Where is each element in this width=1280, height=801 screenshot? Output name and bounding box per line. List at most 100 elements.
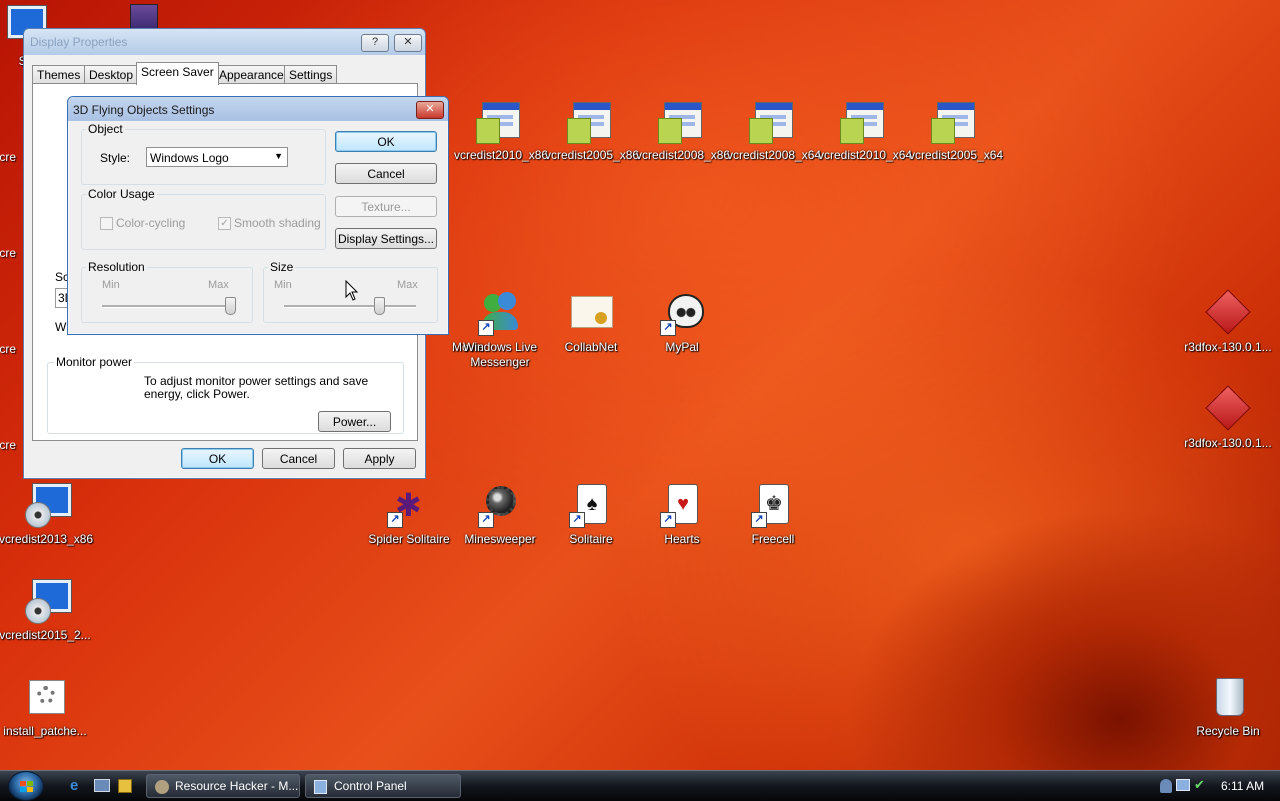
title-bar[interactable]: 3D Flying Objects Settings ✕ bbox=[68, 97, 448, 121]
desktop-icon-install-patches[interactable]: install_patche... bbox=[0, 674, 91, 739]
size-max-label: Max bbox=[397, 279, 418, 291]
color-usage-label: Color Usage bbox=[86, 187, 157, 201]
desktop-icon-minesweeper[interactable]: ↗ Minesweeper bbox=[454, 482, 546, 547]
desktop-icon-label: vcre bbox=[0, 342, 16, 356]
desktop-icon-vcredist2005-x86[interactable]: vcredist2005_x86 bbox=[545, 98, 640, 163]
close-button[interactable]: ✕ bbox=[394, 34, 422, 52]
desktop-icon-r3dfox-1[interactable]: r3dfox-130.0.1... bbox=[1182, 289, 1274, 355]
mouse-cursor-icon bbox=[345, 280, 359, 301]
style-dropdown[interactable]: Windows Logo ▼ bbox=[146, 147, 288, 167]
tab-themes[interactable]: Themes bbox=[32, 65, 86, 84]
texture-button[interactable]: Texture... bbox=[335, 196, 437, 217]
desktop-icon-label: Recycle Bin bbox=[1196, 724, 1260, 738]
chevron-down-icon: ▼ bbox=[274, 151, 283, 161]
desktop-icon-vcredist2008-x86[interactable]: vcredist2008_x86 bbox=[636, 98, 731, 163]
desktop-icon-collabnet[interactable]: CollabNet bbox=[545, 290, 637, 355]
desktop-icon-windows-live-messenger[interactable]: ↗ Windows Live Messenger bbox=[454, 290, 546, 370]
tab-screen-saver[interactable]: Screen Saver bbox=[136, 62, 219, 85]
volume-icon[interactable]: ✔ bbox=[1194, 777, 1205, 793]
desktop-icon-vcredist2010-x64[interactable]: vcredist2010_x64 bbox=[818, 98, 913, 163]
tab-strip: Themes Desktop Screen Saver Appearance S… bbox=[32, 62, 417, 85]
wait-label: W bbox=[55, 320, 67, 334]
recycle-bin-icon bbox=[1216, 678, 1244, 716]
style-value: Windows Logo bbox=[150, 151, 229, 165]
monitor-power-group: Monitor power To adjust monitor power se… bbox=[47, 355, 404, 434]
windows-logo-icon bbox=[20, 781, 26, 786]
desktop-icon-vcredist2013-x86[interactable]: vcredist2013_x86 bbox=[0, 482, 93, 547]
cancel-button[interactable]: Cancel bbox=[335, 163, 437, 184]
title-bar[interactable]: Display Properties ? ✕ bbox=[24, 29, 425, 55]
size-slider-thumb[interactable] bbox=[374, 297, 386, 315]
object-group-label: Object bbox=[86, 122, 125, 136]
tab-appearance[interactable]: Appearance bbox=[214, 65, 289, 84]
desktop-icon-label: vcre bbox=[0, 438, 16, 452]
smooth-shading-checkbox[interactable]: ✓ bbox=[218, 217, 231, 230]
resolution-slider-thumb[interactable] bbox=[225, 297, 236, 315]
ok-button[interactable]: OK bbox=[335, 131, 437, 152]
tab-desktop[interactable]: Desktop bbox=[84, 65, 139, 84]
apply-button[interactable]: Apply bbox=[343, 448, 416, 469]
resolution-label: Resolution bbox=[86, 260, 147, 274]
system-tray: ✔ 6:11 AM bbox=[1152, 771, 1280, 801]
resolution-min-label: Min bbox=[102, 279, 120, 291]
media-player-icon[interactable] bbox=[118, 779, 132, 793]
taskbar-button-resource-hacker[interactable]: Resource Hacker - M... bbox=[146, 774, 300, 798]
flying-objects-dialog: 3D Flying Objects Settings ✕ Object Styl… bbox=[67, 96, 449, 335]
desktop-icon-label: Windows Live Messenger bbox=[462, 340, 538, 369]
color-cycling-label: Color-cycling bbox=[116, 216, 186, 230]
monitor-power-text: To adjust monitor power settings and sav… bbox=[144, 374, 369, 401]
power-button[interactable]: Power... bbox=[318, 411, 391, 432]
r3dfox-icon bbox=[1205, 289, 1251, 335]
cancel-button[interactable]: Cancel bbox=[262, 448, 335, 469]
resolution-slider-track bbox=[102, 305, 230, 308]
resolution-group: Resolution Min Max bbox=[81, 260, 253, 323]
desktop-icon-label: vcredist2008_x86 bbox=[636, 148, 731, 162]
desktop-icon-vcredist2008-x64[interactable]: vcredist2008_x64 bbox=[727, 98, 821, 163]
desktop-icon-label: vcredist2010_x86 bbox=[454, 148, 549, 162]
resolution-max-label: Max bbox=[208, 279, 229, 291]
desktop-icon-hearts[interactable]: ♥ ↗ Hearts bbox=[636, 482, 728, 547]
start-button[interactable] bbox=[8, 771, 44, 801]
resource-hacker-icon bbox=[155, 780, 169, 794]
taskbar-button-label: Resource Hacker - M... bbox=[175, 779, 299, 793]
desktop-icon-r3dfox-2[interactable]: r3dfox-130.0.1... bbox=[1182, 385, 1274, 451]
color-cycling-checkbox[interactable] bbox=[100, 217, 113, 230]
taskbar-button-control-panel[interactable]: Control Panel bbox=[305, 774, 461, 798]
ok-button[interactable]: OK bbox=[181, 448, 254, 469]
help-button[interactable]: ? bbox=[361, 34, 389, 52]
network-icon[interactable] bbox=[1176, 779, 1190, 791]
show-desktop-icon[interactable] bbox=[94, 779, 110, 792]
desktop-icon-label: Solitaire bbox=[569, 532, 613, 546]
tab-settings[interactable]: Settings bbox=[284, 65, 338, 84]
desktop-icon-label: Spider Solitaire bbox=[368, 532, 450, 546]
taskbar: e Resource Hacker - M... Control Panel ✔… bbox=[0, 770, 1280, 801]
close-button[interactable]: ✕ bbox=[416, 101, 444, 119]
desktop-icon-label: Freecell bbox=[751, 532, 795, 546]
desktop-icon-solitaire[interactable]: ♠ ↗ Solitaire bbox=[545, 482, 637, 547]
size-min-label: Min bbox=[274, 279, 292, 291]
desktop-icon-spider-solitaire[interactable]: ✱ ↗ Spider Solitaire bbox=[363, 482, 455, 547]
desktop-icon-label: vcredist2010_x64 bbox=[818, 148, 913, 162]
desktop-icon-label: Hearts bbox=[664, 532, 700, 546]
desktop-icon-freecell[interactable]: ♚ ↗ Freecell bbox=[727, 482, 819, 547]
desktop-icon-vcredist2005-x64[interactable]: vcredist2005_x64 bbox=[909, 98, 1004, 163]
desktop-icon-label: vcredist2005_x64 bbox=[909, 148, 1004, 162]
desktop-icon-label: r3dfox-130.0.1... bbox=[1184, 340, 1272, 354]
monitor-power-label: Monitor power bbox=[54, 355, 135, 369]
users-icon[interactable] bbox=[1160, 779, 1172, 793]
desktop-icon-mypal[interactable]: ↗ MyPal bbox=[636, 290, 728, 355]
desktop-icon-vcredist2015[interactable]: vcredist2015_2... bbox=[0, 578, 91, 643]
clock[interactable]: 6:11 AM bbox=[1221, 779, 1264, 793]
internet-explorer-icon[interactable]: e bbox=[70, 778, 86, 794]
window-title: Display Properties bbox=[30, 35, 128, 49]
object-group: Object Style: Windows Logo ▼ bbox=[81, 122, 326, 185]
desktop-icon-recycle-bin[interactable]: Recycle Bin bbox=[1182, 674, 1274, 739]
desktop-icon-label: vcredist2005_x86 bbox=[545, 148, 640, 162]
desktop-icon-label: r3dfox-130.0.1... bbox=[1184, 436, 1272, 450]
smooth-shading-label: Smooth shading bbox=[234, 216, 321, 230]
certificate-icon bbox=[571, 296, 613, 328]
taskbar-button-label: Control Panel bbox=[334, 779, 407, 793]
desktop-icon-vcredist2010-x86[interactable]: vcredist2010_x86 bbox=[454, 98, 549, 163]
display-settings-button[interactable]: Display Settings... bbox=[335, 228, 437, 249]
dialog-title: 3D Flying Objects Settings bbox=[73, 103, 215, 117]
